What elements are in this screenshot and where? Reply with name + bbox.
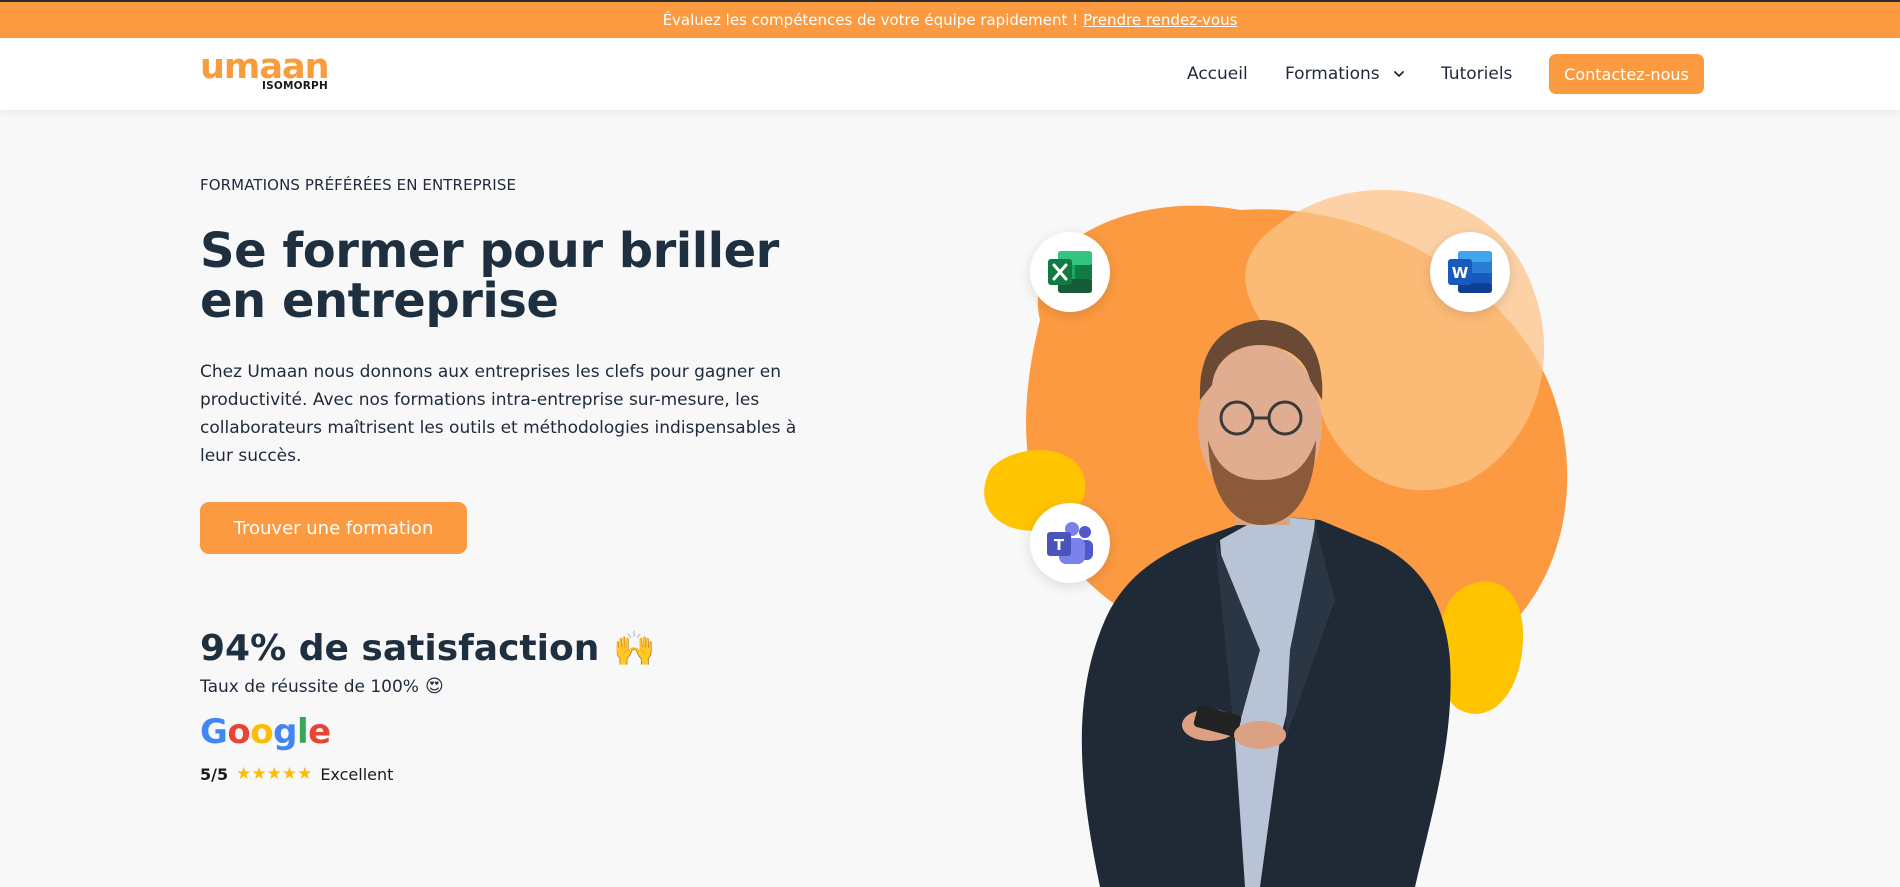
umaan-logo[interactable]: umaan ISOMORPH <box>200 47 340 97</box>
teams-icon: T <box>1047 522 1093 564</box>
satisfaction-stat: 94% de satisfaction 🙌 <box>200 628 656 669</box>
google-letter: o <box>250 712 274 752</box>
word-bubble: W <box>1430 232 1510 312</box>
site-header: umaan ISOMORPH Accueil Formations Tutori… <box>0 38 1900 110</box>
svg-text:W: W <box>1452 264 1469 282</box>
hero-description: Chez Umaan nous donnons aux entreprises … <box>200 362 797 466</box>
hero-illustration: W T <box>960 180 1600 887</box>
nav-label-accueil: Accueil <box>1187 64 1248 84</box>
google-letter: o <box>227 712 251 752</box>
nav-item-accueil[interactable]: Accueil <box>1187 38 1248 110</box>
google-letter: G <box>200 712 228 752</box>
svg-text:T: T <box>1054 536 1065 554</box>
excel-icon <box>1048 251 1092 293</box>
raised-hands-emoji: 🙌 <box>613 628 656 669</box>
teams-bubble: T <box>1030 503 1110 583</box>
success-rate: Taux de réussite de 100% 😍 <box>200 676 444 697</box>
google-letter: g <box>273 712 297 752</box>
google-letter: e <box>308 712 331 752</box>
nav-label-tutoriels: Tutoriels <box>1441 64 1513 84</box>
word-icon: W <box>1448 251 1492 293</box>
satisfaction-text: 94% de satisfaction <box>200 628 600 669</box>
google-rating: 5/5 ★★★★★ Excellent <box>200 764 393 784</box>
find-training-button[interactable]: Trouver une formation <box>200 502 467 554</box>
star-rating-icon: ★★★★★ <box>236 764 313 784</box>
banner-text: Évaluez les compétences de votre équipe … <box>662 11 1079 29</box>
hero-title: Se former pour briller en entreprise <box>200 223 779 329</box>
google-logo: Google <box>200 712 331 752</box>
rating-label: Excellent <box>320 764 394 784</box>
google-letter: l <box>296 712 309 752</box>
banner-appointment-link[interactable]: Prendre rendez-vous <box>1083 11 1237 29</box>
success-text: Taux de réussite de 100% <box>200 676 419 697</box>
nav-item-formations[interactable]: Formations <box>1285 38 1406 110</box>
nav-label-formations: Formations <box>1285 64 1380 84</box>
nav-item-tutoriels[interactable]: Tutoriels <box>1441 38 1512 110</box>
rating-score: 5/5 <box>200 764 229 784</box>
chevron-down-icon <box>1393 71 1404 77</box>
announcement-banner: Évaluez les compétences de votre équipe … <box>0 0 1900 38</box>
heart-eyes-emoji: 😍 <box>424 676 444 697</box>
excel-bubble <box>1030 232 1110 312</box>
hero-kicker: FORMATIONS PRÉFÉRÉES EN ENTREPRISE <box>200 176 517 194</box>
logo-subtitle: ISOMORPH <box>262 80 328 92</box>
contact-button[interactable]: Contactez-nous <box>1549 54 1704 94</box>
